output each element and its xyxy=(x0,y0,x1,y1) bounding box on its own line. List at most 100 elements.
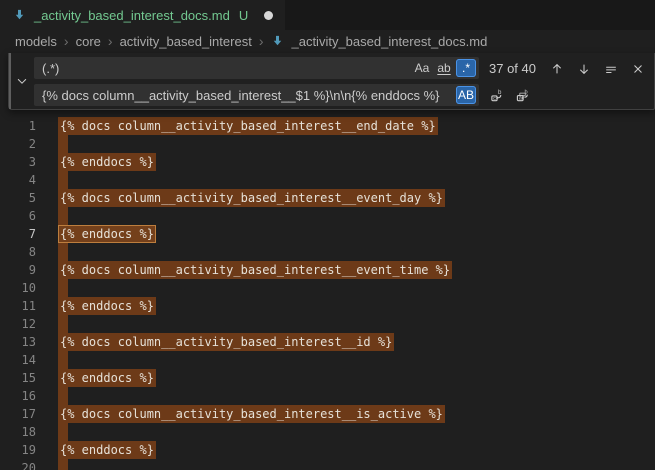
line-number: 13 xyxy=(0,333,36,351)
line-number: 19 xyxy=(0,441,36,459)
line-number: 12 xyxy=(0,315,36,333)
find-match: {% enddocs %} xyxy=(58,441,156,459)
breadcrumb-item-models[interactable]: models xyxy=(15,34,57,49)
find-in-selection-button[interactable] xyxy=(602,60,620,78)
editor-line[interactable]: 13 {% docs column__activity_based_interes… xyxy=(0,333,655,351)
line-content xyxy=(60,171,68,189)
line-number: 8 xyxy=(0,243,36,261)
line-number: 6 xyxy=(0,207,36,225)
preserve-case-toggle[interactable]: AB xyxy=(456,86,476,104)
empty-match-highlight xyxy=(58,423,68,441)
breadcrumb-item-activity-based-interest[interactable]: activity_based_interest xyxy=(120,34,252,49)
breadcrumb-item-file[interactable]: _activity_based_interest_docs.md xyxy=(270,34,487,49)
markdown-file-icon xyxy=(270,34,285,49)
find-input-value: (.*) xyxy=(42,61,410,76)
empty-match-highlight xyxy=(58,207,68,225)
line-number: 18 xyxy=(0,423,36,441)
empty-match-highlight xyxy=(58,135,68,153)
line-content xyxy=(60,279,68,297)
modified-dot-icon[interactable] xyxy=(264,11,273,20)
line-content: {% docs column__activity_based_interest_… xyxy=(60,333,394,351)
breadcrumb-file-label: _activity_based_interest_docs.md xyxy=(291,34,487,49)
editor-line[interactable]: 16 xyxy=(0,387,655,405)
editor-line[interactable]: 19 {% enddocs %} xyxy=(0,441,655,459)
markdown-file-icon xyxy=(12,8,27,23)
line-content: {% enddocs %} xyxy=(60,153,156,171)
editor[interactable]: 1 {% docs column__activity_based_interest… xyxy=(0,52,655,470)
replace-row: {% docs column__activity_based_interest_… xyxy=(34,84,654,106)
previous-match-button[interactable] xyxy=(548,60,566,78)
breadcrumb-item-core[interactable]: core xyxy=(76,34,101,49)
line-number: 20 xyxy=(0,459,36,470)
replace-button[interactable]: b c xyxy=(488,86,506,104)
line-content: {% enddocs %} xyxy=(60,369,156,387)
find-replace-widget: (.*) Aa ab .* 37 of 40 xyxy=(8,53,655,110)
line-content xyxy=(60,243,68,261)
editor-line[interactable]: 17 {% docs column__activity_based_interes… xyxy=(0,405,655,423)
line-content: {% enddocs %} xyxy=(60,441,156,459)
line-number: 1 xyxy=(0,117,36,135)
line-content xyxy=(60,387,68,405)
breadcrumb: models › core › activity_based_interest … xyxy=(0,30,655,52)
find-input[interactable]: (.*) Aa ab .* xyxy=(34,57,479,79)
editor-line[interactable]: 15{% enddocs %} xyxy=(0,369,655,387)
editor-line[interactable]: 4 xyxy=(0,171,655,189)
line-content: {% docs column__activity_based_interest_… xyxy=(60,117,438,135)
editor-lines: 1 {% docs column__activity_based_interest… xyxy=(0,52,655,470)
line-content xyxy=(60,315,68,333)
line-number: 2 xyxy=(0,135,36,153)
editor-tab[interactable]: _activity_based_interest_docs.md U xyxy=(0,0,285,30)
line-number: 11 xyxy=(0,297,36,315)
empty-match-highlight xyxy=(58,459,68,470)
editor-line[interactable]: 3{% enddocs %} xyxy=(0,153,655,171)
toggle-replace-button[interactable] xyxy=(14,73,30,89)
line-number: 4 xyxy=(0,171,36,189)
editor-line[interactable]: 20 xyxy=(0,459,655,470)
whole-word-toggle[interactable]: ab xyxy=(434,59,454,77)
current-find-match: {% enddocs %} xyxy=(58,225,156,243)
line-content xyxy=(60,423,68,441)
chevron-right-icon: › xyxy=(259,34,264,48)
use-regex-toggle[interactable]: .* xyxy=(456,59,476,77)
close-icon xyxy=(631,62,645,76)
editor-line[interactable]: 18 xyxy=(0,423,655,441)
editor-line[interactable]: 9{% docs column__activity_based_interest… xyxy=(0,261,655,279)
line-number: 17 xyxy=(0,405,36,423)
match-case-toggle[interactable]: Aa xyxy=(412,59,432,77)
empty-match-highlight xyxy=(58,387,68,405)
resize-sash[interactable] xyxy=(9,53,11,109)
replace-icon: b c xyxy=(490,88,505,103)
empty-match-highlight xyxy=(58,243,68,261)
line-content xyxy=(60,135,68,153)
find-actions xyxy=(548,60,647,78)
line-number: 7 xyxy=(0,225,36,243)
chevron-down-icon xyxy=(15,74,29,88)
replace-all-button[interactable]: b ac xyxy=(514,86,532,104)
editor-line[interactable]: 1 {% docs column__activity_based_interest… xyxy=(0,117,655,135)
replace-input[interactable]: {% docs column__activity_based_interest_… xyxy=(34,84,479,106)
line-content: {% docs column__activity_based_interest_… xyxy=(60,189,445,207)
find-match: {% docs column__activity_based_interest_… xyxy=(58,333,394,351)
svg-text:ac: ac xyxy=(518,95,524,101)
find-match: {% enddocs %} xyxy=(58,369,156,387)
tab-bar: _activity_based_interest_docs.md U xyxy=(0,0,655,30)
editor-line[interactable]: 10 xyxy=(0,279,655,297)
close-find-widget-button[interactable] xyxy=(629,60,647,78)
empty-match-highlight xyxy=(58,279,68,297)
editor-line[interactable]: 8 xyxy=(0,243,655,261)
editor-line[interactable]: 12 xyxy=(0,315,655,333)
editor-line[interactable]: 5{% docs column__activity_based_interest… xyxy=(0,189,655,207)
line-content: {% docs column__activity_based_interest_… xyxy=(60,405,445,423)
editor-line[interactable]: 2 xyxy=(0,135,655,153)
next-match-button[interactable] xyxy=(575,60,593,78)
editor-line[interactable]: 6 xyxy=(0,207,655,225)
editor-line[interactable]: 11 {% enddocs %} xyxy=(0,297,655,315)
find-match: {% docs column__activity_based_interest_… xyxy=(58,405,445,423)
match-count: 37 of 40 xyxy=(489,61,536,76)
find-match: {% enddocs %} xyxy=(58,297,156,315)
editor-line[interactable]: 7 {% enddocs %} xyxy=(0,225,655,243)
editor-line[interactable]: 14 xyxy=(0,351,655,369)
empty-match-highlight xyxy=(58,171,68,189)
tab-filename: _activity_based_interest_docs.md xyxy=(34,8,230,23)
chevron-right-icon: › xyxy=(64,34,69,48)
